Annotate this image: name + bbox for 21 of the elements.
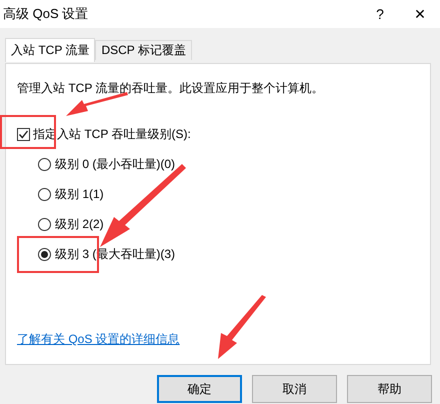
window-title: 高级 QoS 设置 bbox=[3, 5, 90, 23]
radio-button[interactable] bbox=[38, 188, 51, 201]
radio-button[interactable] bbox=[38, 248, 51, 261]
checkbox[interactable] bbox=[17, 128, 30, 141]
tab[interactable]: DSCP 标记覆盖 bbox=[95, 40, 192, 60]
radio-label: 级别 2(2) bbox=[55, 216, 104, 233]
dialog-button[interactable]: 确定 bbox=[157, 375, 242, 403]
dialog-button[interactable]: 取消 bbox=[252, 375, 337, 403]
annotation-arrow bbox=[66, 92, 128, 116]
close-button[interactable]: ✕ bbox=[400, 6, 440, 22]
highlight-box bbox=[0, 115, 56, 149]
help-button[interactable]: ? bbox=[360, 6, 400, 22]
help-link[interactable]: 了解有关 QoS 设置的详细信息 bbox=[17, 331, 180, 348]
annotation-arrow bbox=[218, 295, 266, 359]
radio-label: 级别 0 (最小吞吐量)(0) bbox=[55, 156, 175, 173]
description-text: 管理入站 TCP 流量的吞吐量。此设置应用于整个计算机。 bbox=[17, 80, 324, 97]
tab[interactable]: 入站 TCP 流量 bbox=[5, 38, 96, 62]
dialog-button[interactable]: 帮助 bbox=[347, 375, 432, 403]
radio-button[interactable] bbox=[38, 158, 51, 171]
radio-label: 级别 1(1) bbox=[55, 186, 104, 203]
radio-button[interactable] bbox=[38, 218, 51, 231]
